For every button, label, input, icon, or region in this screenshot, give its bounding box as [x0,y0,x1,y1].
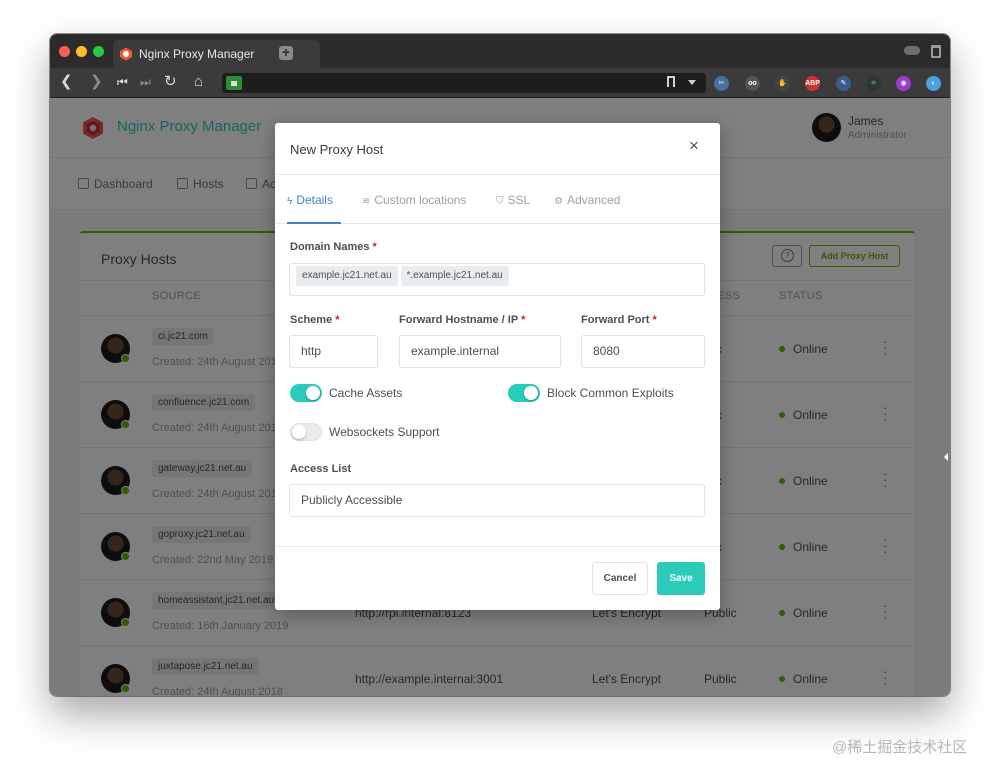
close-window-button[interactable] [59,46,70,57]
back-icon[interactable]: ❮ [60,74,73,90]
forward-port-input[interactable]: 8080 [581,335,705,368]
dialog-tabs: ϟ Details ≋ Custom locations ⛉ SSL ⚙ Advance… [275,175,720,224]
bolt-icon: ϟ [287,196,293,207]
tab-details[interactable]: ϟ Details [287,193,333,207]
tab-ssl-label: SSL [507,193,531,207]
tab-details-label: Details [296,193,333,207]
extension-pen-icon[interactable]: ✎ [836,76,851,91]
extension-react-icon[interactable]: ⚛ [866,76,881,91]
block-exploits-toggle[interactable] [508,384,540,402]
websockets-toggle[interactable] [290,423,322,441]
extension-purple-icon[interactable]: ◉ [896,76,911,91]
browser-toolbar: ❮ ❯ ⏮ ⏭ ↻ ⌂ ✂ oo ✋ ABP ✎ ⚛ ◉ ◐ [50,68,950,98]
minimize-window-button[interactable] [76,46,87,57]
dialog-header: New Proxy Host × [275,123,720,175]
active-tab-indicator [287,222,341,224]
address-bar[interactable] [222,73,706,93]
dialog-footer-divider [275,546,720,547]
cloud-icon[interactable] [904,46,920,55]
watermark: @稀土掘金技术社区 [832,739,968,756]
access-list-select[interactable]: Publicly Accessible [289,484,705,517]
new-proxy-host-dialog: New Proxy Host × ϟ Details ≋ Custom locati… [275,123,720,610]
tab-custom-locations[interactable]: ≋ Custom locations [362,193,466,207]
forward-port-label: Forward Port * [581,314,657,326]
forward-hostname-label: Forward Hostname / IP * [399,314,525,326]
scheme-label-text: Scheme [290,314,333,326]
websockets-label[interactable]: Websockets Support [329,425,440,439]
first-page-icon[interactable]: ⏮ [117,74,128,90]
required-mark: * [372,241,377,253]
cache-assets-label[interactable]: Cache Assets [329,386,402,400]
bookmark-icon[interactable] [667,76,675,87]
required-mark: * [335,314,340,326]
domain-chip[interactable]: *.example.jc21.net.au [400,266,509,286]
reload-icon[interactable]: ↻ [164,74,177,90]
scheme-input[interactable]: http [289,335,378,368]
domain-names-label-text: Domain Names [290,241,370,253]
required-mark: * [652,314,657,326]
save-button[interactable]: Save [657,562,705,595]
forward-hostname-input[interactable]: example.internal [399,335,561,368]
toggle-knob [524,386,538,400]
toggle-knob [292,425,306,439]
required-mark: * [521,314,526,326]
extension-adblock-icon[interactable]: ABP [805,76,820,91]
forward-hostname-label-text: Forward Hostname / IP [399,314,518,326]
extension-hand-icon[interactable]: ✋ [775,76,790,91]
nginx-logo-icon [120,47,132,61]
tab-custom-locations-label: Custom locations [374,193,467,207]
extension-tools-icon[interactable]: ✂ [714,76,729,91]
lock-icon [226,76,242,90]
browser-tab-title: Nginx Proxy Manager [139,47,255,61]
trash-icon[interactable] [931,45,941,58]
extension-glasses-icon[interactable]: oo [745,76,760,91]
extension-blue-icon[interactable]: ◐ [926,76,941,91]
scheme-label: Scheme * [290,314,340,326]
access-list-label: Access List [290,463,352,475]
gear-icon: ⚙ [554,196,563,207]
toggle-knob [306,386,320,400]
forward-port-label-text: Forward Port [581,314,650,326]
domain-names-label: Domain Names * [290,241,377,253]
forward-icon[interactable]: ❯ [90,74,103,90]
browser-tab-bar: Nginx Proxy Manager + [50,34,950,68]
shield-icon: ⛉ [496,196,504,207]
cancel-button[interactable]: Cancel [592,562,648,595]
tab-ssl[interactable]: ⛉ SSL [496,193,530,207]
block-exploits-label[interactable]: Block Common Exploits [547,386,674,400]
maximize-window-button[interactable] [93,46,104,57]
cache-assets-toggle[interactable] [290,384,322,402]
domain-names-input[interactable]: example.jc21.net.au *.example.jc21.net.au [289,263,705,296]
dialog-title: New Proxy Host [290,142,384,157]
chevron-down-icon[interactable] [688,80,696,85]
last-page-icon[interactable]: ⏭ [140,74,151,90]
tab-advanced[interactable]: ⚙ Advanced [554,193,620,207]
tab-advanced-label: Advanced [566,193,621,207]
close-icon[interactable]: × [686,137,702,154]
window-edge-handle [944,453,948,461]
home-icon[interactable]: ⌂ [194,74,203,90]
new-tab-button[interactable]: + [279,45,293,60]
domain-chip[interactable]: example.jc21.net.au [296,266,398,286]
layers-icon: ≋ [362,196,371,207]
